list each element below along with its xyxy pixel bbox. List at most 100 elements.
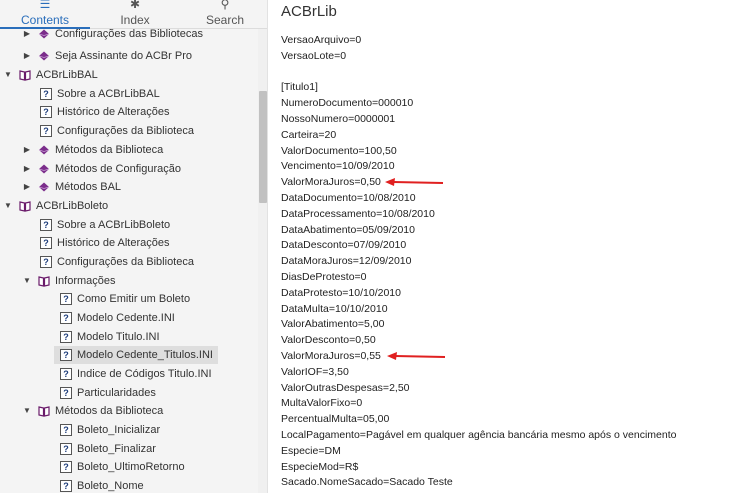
index-icon: ✱: [129, 0, 141, 11]
tree-item[interactable]: ? Histórico de Alterações: [0, 234, 258, 252]
tree-item[interactable]: ? Configurações da Biblioteca: [0, 122, 258, 140]
tree-item[interactable]: ▼ Métodos da Biblioteca: [0, 402, 258, 420]
tree-item[interactable]: ? Modelo Cedente_Titulos.INI: [0, 346, 258, 364]
tree-item-label: Seja Assinante do ACBr Pro: [55, 50, 192, 62]
tree-item[interactable]: ? Configurações da Biblioteca: [0, 253, 258, 271]
tree-item-label: Modelo Cedente.INI: [77, 312, 175, 324]
tab-contents-label: Contents: [20, 13, 70, 27]
help-topic-icon: ?: [60, 331, 72, 343]
tree-item[interactable]: ? Modelo Titulo.INI: [0, 328, 258, 346]
book-icon: [19, 200, 31, 212]
caret-right-icon[interactable]: ▶: [22, 178, 32, 196]
tree-item[interactable]: ▶ Métodos BAL: [0, 178, 258, 196]
ini-line: ValorAbatimento=5,00: [281, 318, 385, 331]
help-topic-icon: ?: [40, 256, 52, 268]
ini-line: MultaValorFixo=0: [281, 397, 363, 410]
help-topic-icon: ?: [40, 237, 52, 249]
tree-item-label: Particularidades: [77, 387, 156, 399]
book-closed-icon: [38, 144, 50, 156]
caret-down-icon[interactable]: ▼: [22, 402, 32, 420]
help-topic-icon: ?: [60, 461, 72, 473]
ini-line: ValorDocumento=100,50: [281, 144, 397, 157]
help-topic-icon: ?: [60, 387, 72, 399]
sidebar-scrollbar[interactable]: [258, 29, 267, 493]
tab-search[interactable]: ⚲ Search: [185, 0, 265, 29]
ini-line: ValorMoraJuros=0,55: [281, 350, 381, 362]
tree-item-label: Boleto_Finalizar: [77, 443, 156, 455]
tree-item[interactable]: ? Particularidades: [0, 384, 258, 402]
tree-item-label: Métodos da Biblioteca: [55, 144, 164, 156]
tree-item[interactable]: ? Sobre a ACBrLibBAL: [0, 85, 258, 103]
tree-item[interactable]: ? Boleto_Nome: [0, 477, 258, 493]
tree-item-label: Configurações da Biblioteca: [57, 125, 194, 137]
tree-item[interactable]: ? Boleto_Inicializar: [0, 421, 258, 439]
tree-item-label: Configurações da Biblioteca: [57, 256, 194, 268]
help-topic-icon: ?: [60, 349, 72, 361]
tab-index-label: Index: [120, 13, 150, 27]
tab-index[interactable]: ✱ Index: [95, 0, 175, 29]
tree-item-label: Histórico de Alterações: [57, 237, 170, 249]
caret-down-icon[interactable]: ▼: [22, 272, 32, 290]
tree-item[interactable]: ? Como Emitir um Boleto: [0, 290, 258, 308]
ini-line: Especie=DM: [281, 444, 341, 457]
help-topic-icon: ?: [60, 293, 72, 305]
book-icon: [38, 275, 50, 287]
ini-line: VersaoArquivo=0: [281, 34, 362, 46]
tree-item[interactable]: ▶ Métodos da Biblioteca: [0, 141, 258, 159]
tree-item[interactable]: ? Histórico de Alterações: [0, 103, 258, 121]
tree-item[interactable]: ? Sobre a ACBrLibBoleto: [0, 216, 258, 234]
ini-line: DataProtesto=10/10/2010: [281, 286, 401, 299]
main-panel: ACBrLib VersaoArquivo=0 VersaoLote=0 [Titu…: [269, 0, 750, 493]
tab-contents[interactable]: ☰ Contents: [0, 0, 90, 29]
help-topic-icon: ?: [60, 443, 72, 455]
ini-line: DataAbatimento=05/09/2010: [281, 223, 415, 236]
tree-item-label: Informações: [55, 275, 116, 287]
list-icon: ☰: [39, 0, 51, 11]
ini-line: DataProcessamento=10/08/2010: [281, 207, 435, 220]
sidebar-scroll-thumb[interactable]: [259, 91, 267, 203]
tree-item-label: Modelo Titulo.INI: [77, 331, 160, 343]
help-topic-icon: ?: [40, 106, 52, 118]
caret-down-icon[interactable]: ▼: [3, 197, 13, 215]
tree-item-label: Boleto_Nome: [77, 480, 144, 492]
book-closed-icon: [38, 50, 50, 62]
book-closed-icon: [38, 28, 50, 40]
tree-item-label: ACBrLibBAL: [36, 69, 98, 81]
tree-item[interactable]: ▶ Seja Assinante do ACBr Pro: [0, 47, 258, 65]
tree-item-label: Sobre a ACBrLibBoleto: [57, 219, 171, 231]
caret-right-icon[interactable]: ▶: [22, 47, 32, 65]
tree-item-label: Métodos BAL: [55, 181, 122, 193]
caret-right-icon[interactable]: ▶: [22, 160, 32, 178]
tree-item[interactable]: ▼ Informações: [0, 272, 258, 290]
help-topic-icon: ?: [60, 368, 72, 380]
tree-item[interactable]: ? Boleto_Finalizar: [0, 440, 258, 458]
tree-item[interactable]: ▼ ACBrLibBAL: [0, 66, 258, 84]
ini-line: LocalPagamento=Pagável em qualquer agênc…: [281, 429, 677, 441]
tree-item-label: Métodos da Biblioteca: [55, 405, 164, 417]
book-closed-icon: [38, 181, 50, 193]
caret-right-icon[interactable]: ▶: [22, 141, 32, 159]
tree-item[interactable]: ▼ ACBrLibBoleto: [0, 197, 258, 215]
ini-line: NossoNumero=0000001: [281, 113, 396, 125]
tree-item-label: Métodos de Configuração: [55, 163, 181, 175]
annotation-arrow-icon: [387, 352, 446, 360]
help-topic-icon: ?: [40, 125, 52, 137]
ini-line: ValorMoraJuros=0,50: [281, 176, 381, 189]
tree-item-label: Boleto_UltimoRetorno: [77, 461, 185, 473]
sidebar-tabs: ☰ Contents ✱ Index ⚲ Search: [0, 0, 267, 29]
ini-line: PercentualMulta=05,00: [281, 413, 390, 426]
tree-item[interactable]: ? Modelo Cedente.INI: [0, 309, 258, 327]
tree-item[interactable]: ? Boleto_UltimoRetorno: [0, 458, 258, 476]
caret-down-icon[interactable]: ▼: [3, 66, 13, 84]
ini-line: DataMulta=10/10/2010: [281, 302, 388, 315]
ini-line: [Titulo1]: [281, 81, 318, 94]
ini-line: VersaoLote=0: [281, 49, 347, 62]
tree-item[interactable]: ▶ Métodos de Configuração: [0, 160, 258, 178]
tab-search-label: Search: [205, 13, 245, 27]
help-topic-icon: ?: [60, 312, 72, 324]
help-topic-icon: ?: [60, 480, 72, 492]
ini-line: EspecieMod=R$: [281, 460, 359, 473]
book-closed-icon: [38, 163, 50, 175]
tree-item[interactable]: ? Indice de Códigos Titulo.INI: [0, 365, 258, 383]
ini-line: DataDesconto=07/09/2010: [281, 239, 407, 252]
